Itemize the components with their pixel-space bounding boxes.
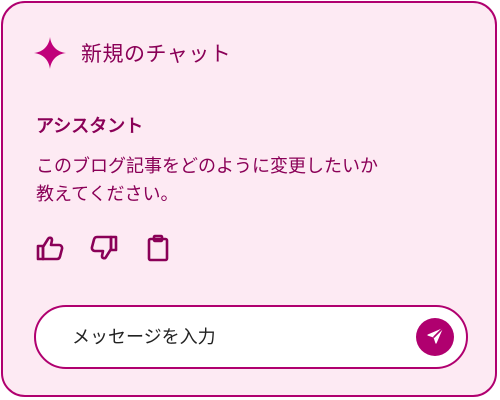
chat-panel: 新規のチャット アシスタント このブログ記事をどのように変更したいか 教えてくだ… bbox=[1, 1, 497, 397]
message-composer bbox=[34, 305, 468, 369]
message-text: このブログ記事をどのように変更したいか 教えてください。 bbox=[36, 156, 378, 205]
message-input[interactable] bbox=[72, 326, 392, 348]
thumbs-up-icon bbox=[36, 235, 64, 265]
send-button[interactable] bbox=[416, 318, 454, 356]
assistant-message: アシスタント このブログ記事をどのように変更したいか 教えてください。 bbox=[36, 115, 476, 209]
message-sender: アシスタント bbox=[36, 116, 144, 137]
clipboard-icon bbox=[146, 234, 170, 266]
copy-button[interactable] bbox=[142, 234, 174, 266]
thumbs-down-icon bbox=[90, 235, 118, 265]
chat-title: 新規のチャット bbox=[81, 42, 232, 66]
thumbs-down-button[interactable] bbox=[88, 235, 120, 265]
sparkle-icon bbox=[33, 36, 67, 70]
chat-header: 新規のチャット bbox=[33, 33, 231, 73]
thumbs-up-button[interactable] bbox=[34, 235, 66, 265]
message-actions bbox=[34, 234, 174, 266]
send-icon bbox=[426, 327, 444, 348]
